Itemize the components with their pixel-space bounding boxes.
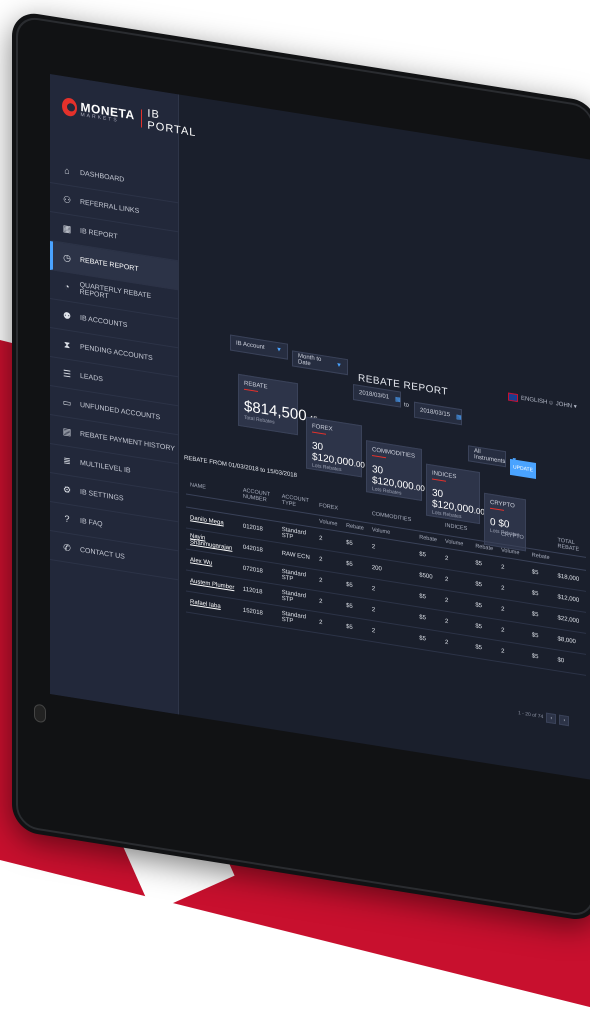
indices-card-title: INDICES [432, 471, 474, 487]
forex-cents: .00 [353, 459, 365, 470]
period-select[interactable]: Month to Date ▼ [292, 350, 348, 376]
commodities-lots-label: Lots [372, 486, 382, 494]
screen: MONETA MARKETS IB PORTAL ⌂ DASHBOARD ⚇ REFE… [50, 74, 590, 782]
calendar-icon: ▦ [395, 396, 401, 404]
language-select[interactable]: ENGLISH [508, 392, 548, 407]
pie-icon: ◔ [64, 281, 70, 293]
leads-icon: ☰ [62, 367, 72, 379]
commodities-cents: .00 [413, 482, 425, 494]
sidebar-item-label: DASHBOARD [80, 169, 125, 184]
sidebar-nav: ⌂ DASHBOARD ⚇ REFERRAL LINKS ▦ IB REPORT ◷ REBA… [50, 154, 178, 581]
chevron-down-icon: ▼ [276, 346, 282, 354]
users-icon: ⚇ [62, 193, 72, 205]
sidebar-item-label: CONTACT US [80, 546, 125, 561]
sidebar-item-label: REFERRAL LINKS [80, 198, 140, 215]
calendar-icon: ▦ [456, 413, 462, 421]
sidebar-item-label: MULTILEVEL IB [80, 459, 131, 475]
faq-icon: ? [64, 513, 70, 525]
update-button[interactable]: UPDATE [510, 458, 536, 479]
prev-page-button[interactable]: ‹ [546, 712, 557, 725]
language-label: ENGLISH [521, 395, 548, 406]
table-cell: $5 [415, 627, 441, 653]
pagination: 1 - 20 of 74 ‹ › [518, 708, 570, 727]
sidebar-item-label: UNFUNDED ACCOUNTS [80, 401, 161, 421]
sidebar-item-label: IB ACCOUNTS [80, 314, 128, 329]
date-to-value: 2018/03/15 [420, 407, 451, 419]
table-cell: 2 [441, 631, 472, 658]
date-to-label: to [404, 402, 410, 409]
account-select-value: IB Account [236, 340, 265, 352]
chevron-down-icon: ▼ [336, 362, 342, 370]
home-icon: ⌂ [64, 165, 70, 177]
pagination-text: 1 - 20 of 74 [518, 710, 544, 721]
table-cell: $5 [342, 615, 368, 641]
forex-lots-label: Lots [312, 462, 322, 471]
account-select[interactable]: IB Account ▼ [230, 334, 288, 360]
table-cell: 2 [315, 611, 343, 637]
date-to-field[interactable]: 2018/03/15 ▦ [414, 401, 462, 426]
period-select-value: Month to Date [298, 353, 322, 368]
history-icon: ▤ [62, 425, 72, 437]
instruments-select-value: All Instruments [474, 448, 506, 466]
laptop-port [34, 703, 46, 724]
sidebar-item-label: REBATE REPORT [80, 256, 139, 273]
commodities-card-title: COMMODITIES [372, 447, 416, 463]
sidebar-item-label: IB FAQ [80, 517, 103, 528]
sidebar: MONETA MARKETS IB PORTAL ⌂ DASHBOARD ⚇ REFE… [50, 74, 196, 715]
sidebar-item-label: PENDING ACCOUNTS [80, 343, 153, 362]
date-from-value: 2018/03/01 [359, 389, 390, 401]
logo-divider [140, 109, 142, 128]
laptop-frame: MONETA MARKETS IB PORTAL ⌂ DASHBOARD ⚇ REFE… [12, 10, 590, 923]
moneta-logo-icon [62, 96, 77, 118]
hourglass-icon: ⧗ [63, 338, 71, 350]
user-menu[interactable]: ☺ JOHN ▾ [548, 399, 577, 411]
card-icon: ▭ [62, 396, 72, 408]
rebate-card: REBATE $814,500.45 Total Rebates [238, 373, 318, 436]
stack-icon: ≣ [63, 454, 71, 466]
table-cell: $5 [527, 645, 554, 671]
sidebar-item-label: LEADS [80, 372, 103, 383]
forex-card-title: FOREX [312, 424, 356, 440]
rebate-card-title: REBATE [244, 381, 292, 398]
main-content: IB Account ▼ Month to Date ▼ REBATE REPORT… [178, 94, 590, 781]
report-icon: ▦ [62, 222, 72, 234]
table-cell: $0 [553, 649, 586, 676]
user-name: JOHN [555, 401, 573, 410]
rebate-range-label: REBATE FROM 01/03/2018 to 15/03/2018 [184, 455, 297, 480]
rebate-table: NAME ACCOUNT NUMBER ACCOUNT TYPE FOREX COMMO… [186, 475, 586, 676]
next-page-button[interactable]: › [559, 714, 570, 727]
table-cell: 2 [497, 640, 528, 667]
rebate-icon: ◷ [63, 251, 71, 263]
commodities-card: COMMODITIES 30 $120,000.00 Lots Rebates [366, 440, 425, 501]
gear-icon: ⚙ [62, 483, 72, 495]
sidebar-item-label: REBATE PAYMENT HISTORY [80, 430, 175, 453]
brand-text: MONETA MARKETS [81, 99, 135, 126]
sidebar-item-label: IB REPORT [80, 227, 118, 241]
forex-card: FOREX 30 $120,000.00 Lots Rebates [306, 416, 365, 478]
sidebar-item-label: IB SETTINGS [80, 488, 124, 503]
instruments-select[interactable]: All Instruments▼ [468, 445, 517, 468]
table-cell: $5 [471, 636, 498, 662]
accounts-icon: ⚉ [62, 309, 72, 321]
crypto-card-title: CRYPTO [490, 500, 520, 514]
phone-icon: ✆ [63, 541, 71, 553]
uk-flag-icon [508, 392, 518, 403]
